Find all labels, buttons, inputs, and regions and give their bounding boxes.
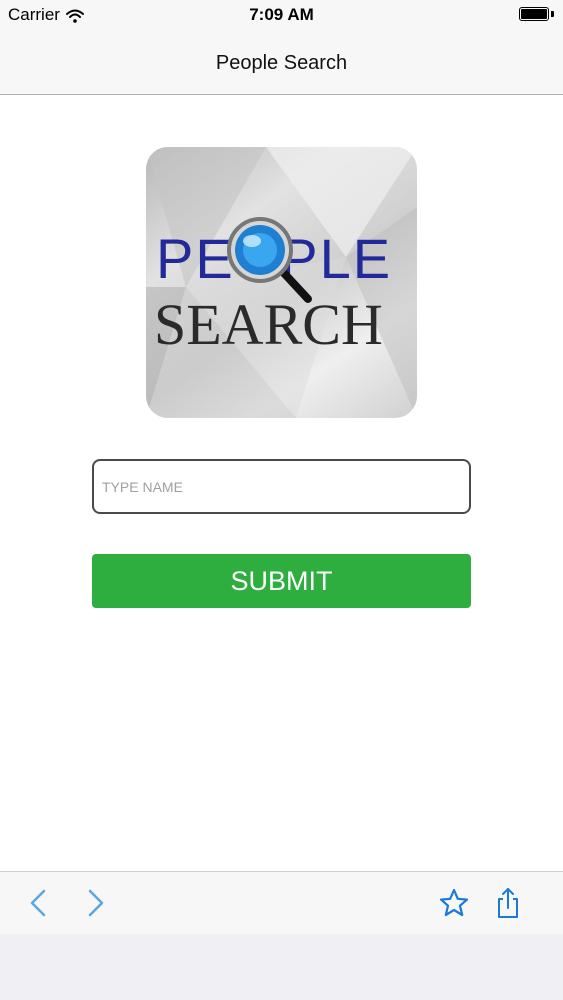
status-bar: Carrier 7:09 AM: [0, 0, 563, 30]
chevron-right-icon[interactable]: [78, 887, 110, 919]
star-icon[interactable]: [438, 887, 470, 919]
battery-icon: [519, 7, 549, 21]
share-icon[interactable]: [492, 887, 524, 919]
chevron-left-icon[interactable]: [24, 887, 56, 919]
people-search-logo: PEOPLE SEARCH: [146, 147, 417, 418]
status-time: 7:09 AM: [249, 5, 314, 24]
page-title: People Search: [215, 52, 348, 74]
name-search-input[interactable]: [92, 459, 471, 514]
navigation-bar: People Search: [0, 30, 563, 95]
logo-text-search: SEARCH: [154, 292, 383, 357]
battery-tip: [551, 11, 554, 17]
bottom-toolbar: [0, 871, 563, 934]
submit-button[interactable]: SUBMIT: [92, 554, 471, 608]
bottom-safe-area: [0, 934, 563, 1000]
